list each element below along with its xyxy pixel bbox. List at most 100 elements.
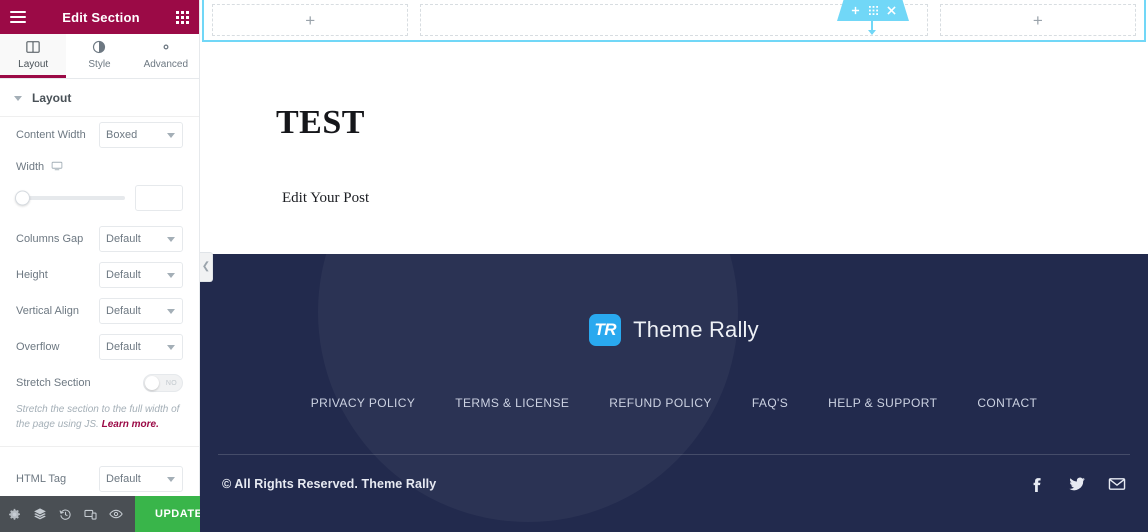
caret-down-icon (14, 95, 22, 101)
theme-rally-logo-icon: TR (589, 314, 622, 346)
facebook-icon[interactable] (1029, 476, 1046, 493)
editor-canvas: + + ❮ TEST Edit Your Post TR Theme Rally… (200, 0, 1148, 532)
footer-link-help-support[interactable]: HELP & SUPPORT (828, 396, 937, 410)
chevron-down-icon (167, 237, 175, 242)
stretch-help-text: Stretch the section to the full width of… (0, 401, 199, 447)
footer-link-contact[interactable]: CONTACT (977, 396, 1037, 410)
footer-nav: PRIVACY POLICY TERMS & LICENSE REFUND PO… (200, 396, 1148, 410)
columns-gap-value: Default (106, 233, 141, 245)
control-html-tag-label: HTML Tag (16, 473, 67, 485)
social-links (1029, 475, 1126, 493)
column-placeholder-1[interactable]: + (212, 4, 409, 36)
tab-style-label: Style (88, 58, 111, 70)
layers-icon[interactable] (33, 507, 47, 521)
preview-eye-icon[interactable] (109, 507, 123, 521)
width-slider-row (0, 181, 199, 221)
control-html-tag: HTML Tag Default (0, 461, 199, 496)
chevron-down-icon (167, 309, 175, 314)
elementor-editor: Edit Section Layout Style Advanced Layou… (0, 0, 1148, 532)
width-number-input[interactable] (135, 185, 183, 211)
site-footer: TR Theme Rally PRIVACY POLICY TERMS & LI… (200, 254, 1148, 532)
layout-section-title: Layout (32, 91, 72, 105)
page-title: TEST (276, 104, 365, 141)
control-stretch-section-label: Stretch Section (16, 377, 91, 389)
panel-title: Edit Section (62, 9, 140, 25)
layout-section-header[interactable]: Layout (0, 79, 199, 117)
contrast-circle-icon (92, 40, 106, 55)
tab-advanced-label: Advanced (143, 58, 189, 70)
twitter-icon[interactable] (1068, 475, 1086, 493)
responsive-mode-icon[interactable] (84, 508, 97, 521)
grid-dots-icon[interactable] (176, 10, 189, 24)
control-columns-gap: Columns Gap Default (0, 221, 199, 257)
tab-style[interactable]: Style (66, 34, 132, 78)
plus-icon: + (1032, 10, 1043, 30)
panel-header: Edit Section (0, 0, 199, 34)
footer-link-refund-policy[interactable]: REFUND POLICY (609, 396, 712, 410)
gear-icon[interactable] (8, 508, 21, 521)
control-content-width-label: Content Width (16, 129, 86, 141)
layout-columns-icon (26, 40, 40, 55)
control-width-label: Width (16, 160, 63, 175)
control-vertical-align-label: Vertical Align (16, 305, 79, 317)
grid-drag-icon[interactable] (868, 6, 878, 15)
copyright-text: © All Rights Reserved. Theme Rally (222, 477, 437, 491)
control-height: Height Default (0, 257, 199, 293)
column-placeholder-3[interactable]: + (939, 4, 1136, 36)
plus-icon[interactable] (851, 6, 860, 15)
panel-collapse-handle[interactable]: ❮ (200, 252, 213, 282)
panel-footer: UPDATE (0, 496, 247, 532)
chevron-down-icon (167, 133, 175, 138)
control-stretch-section: Stretch Section NO (0, 365, 199, 401)
panel-tabs: Layout Style Advanced (0, 34, 199, 79)
control-columns-gap-label: Columns Gap (16, 233, 84, 245)
panel-body: Layout Content Width Boxed Width Columns… (0, 79, 199, 496)
hamburger-icon[interactable] (10, 11, 26, 23)
vertical-align-value: Default (106, 305, 141, 317)
height-select[interactable]: Default (99, 262, 183, 288)
footer-link-privacy-policy[interactable]: PRIVACY POLICY (311, 396, 416, 410)
history-icon[interactable] (59, 508, 72, 521)
chevron-left-icon: ❮ (201, 261, 211, 272)
overflow-value: Default (106, 341, 141, 353)
footer-inner: TR Theme Rally PRIVACY POLICY TERMS & LI… (200, 254, 1148, 532)
stretch-section-toggle[interactable]: NO (143, 374, 183, 392)
html-tag-value: Default (106, 473, 141, 485)
chevron-down-icon (167, 345, 175, 350)
control-content-width: Content Width Boxed (0, 117, 199, 153)
overflow-select[interactable]: Default (99, 334, 183, 360)
control-overflow: Overflow Default (0, 329, 199, 365)
html-tag-select[interactable]: Default (99, 466, 183, 492)
tab-layout[interactable]: Layout (0, 34, 67, 78)
width-slider-handle[interactable] (15, 190, 30, 206)
control-height-label: Height (16, 269, 48, 281)
columns-gap-select[interactable]: Default (99, 226, 183, 252)
plus-icon: + (305, 10, 316, 30)
desktop-icon[interactable] (51, 160, 63, 175)
content-width-value: Boxed (106, 129, 138, 141)
section-toolbar (837, 0, 909, 21)
toggle-knob (145, 376, 159, 390)
chevron-down-icon (167, 273, 175, 278)
tab-layout-label: Layout (18, 58, 49, 70)
control-vertical-align: Vertical Align Default (0, 293, 199, 329)
brand-name: Theme Rally (633, 317, 759, 342)
email-icon[interactable] (1108, 475, 1126, 493)
learn-more-link[interactable]: Learn more. (102, 419, 159, 430)
page-preview: TEST Edit Your Post TR Theme Rally PRIVA… (200, 44, 1148, 532)
toggle-state-text: NO (165, 379, 177, 387)
vertical-align-select[interactable]: Default (99, 298, 183, 324)
content-width-select[interactable]: Boxed (99, 122, 183, 148)
selected-section[interactable]: + + (202, 0, 1146, 42)
footer-bottom-bar: © All Rights Reserved. Theme Rally (200, 455, 1148, 493)
close-x-icon[interactable] (886, 6, 896, 15)
footer-link-terms-license[interactable]: TERMS & LICENSE (455, 396, 569, 410)
page-subtitle: Edit Your Post (282, 190, 370, 206)
control-overflow-label: Overflow (16, 341, 60, 353)
width-slider[interactable] (15, 190, 125, 206)
tab-advanced[interactable]: Advanced (133, 34, 199, 78)
chevron-down-icon (167, 477, 175, 482)
gear-icon (159, 40, 173, 55)
toolbar-stem (868, 21, 876, 35)
footer-link-faqs[interactable]: FAQ'S (752, 396, 788, 410)
